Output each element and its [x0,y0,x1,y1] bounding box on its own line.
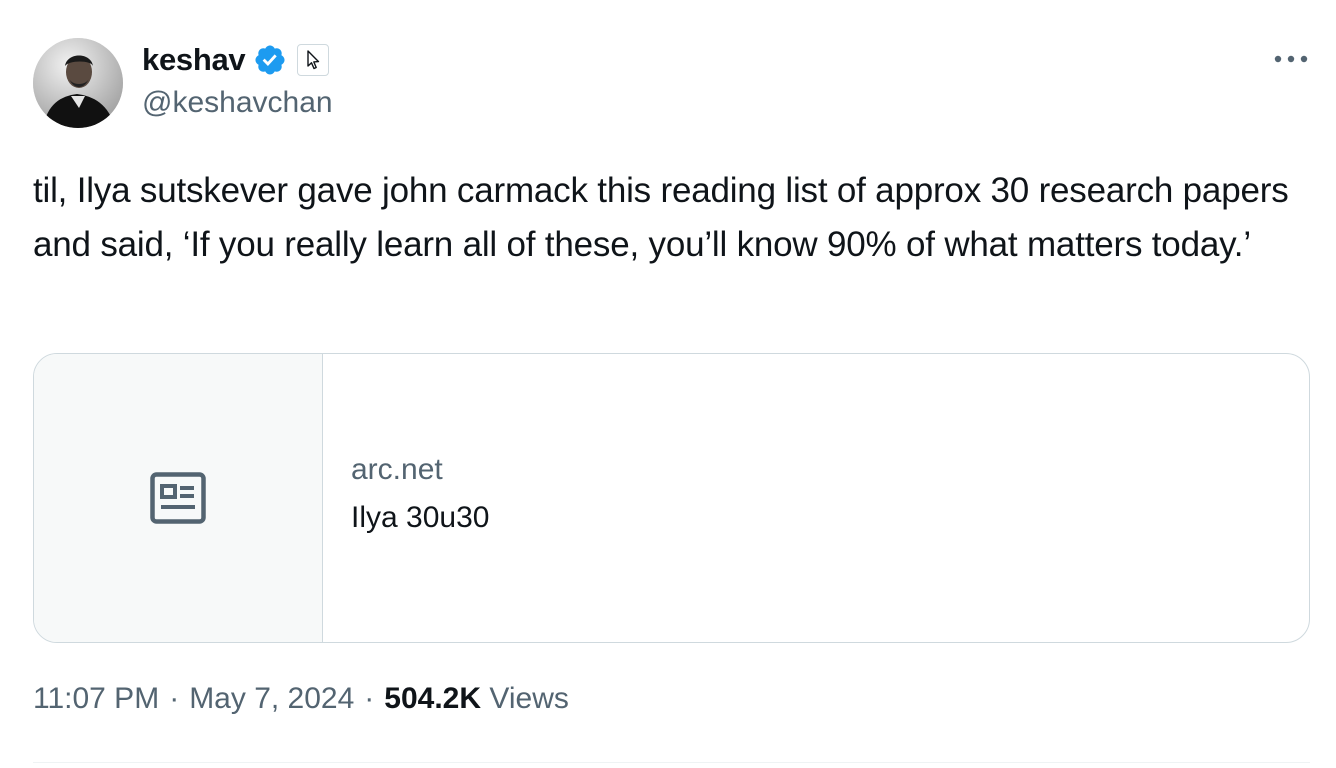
article-icon [150,472,206,524]
avatar[interactable] [33,38,123,128]
author-display-name[interactable]: keshav [142,42,246,78]
link-card-body: arc.net Ilya 30u30 [323,354,1309,642]
meta-separator: · [364,682,375,715]
link-card[interactable]: arc.net Ilya 30u30 [33,353,1310,643]
affiliate-badge[interactable] [297,44,330,76]
author-name-row: keshav [142,40,330,80]
tweet: keshav @keshavchan til, Ilya sutskever g… [0,0,1336,768]
verified-badge-icon[interactable] [253,43,287,77]
more-dots-icon [1274,55,1308,63]
views-label: Views [489,682,569,715]
tweet-date[interactable]: May 7, 2024 [189,682,354,716]
avatar-photo-icon [33,38,123,128]
link-card-thumbnail [34,354,323,642]
link-card-domain: arc.net [351,453,443,486]
divider [33,762,1310,763]
more-options-button[interactable] [1268,44,1314,74]
tweet-text: til, Ilya sutskever gave john carmack th… [33,171,1289,264]
meta-separator: · [169,682,180,715]
tweet-meta: 11:07 PM · May 7, 2024 · 504.2K Views [33,682,569,716]
cursor-icon [307,50,320,70]
views-count[interactable]: 504.2K [384,682,481,716]
link-card-title: Ilya 30u30 [351,501,490,534]
author-handle[interactable]: @keshavchan [142,86,333,120]
tweet-time[interactable]: 11:07 PM [33,682,159,716]
